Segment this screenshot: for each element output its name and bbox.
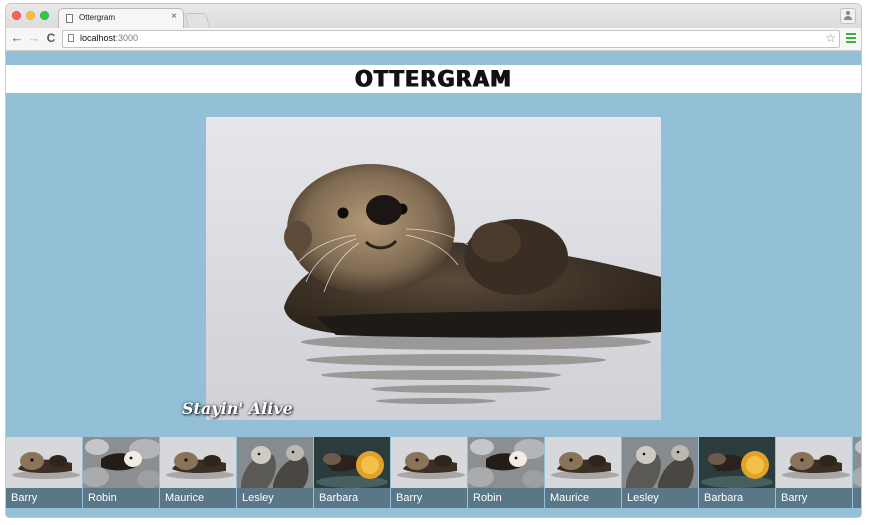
reload-button[interactable]: C	[44, 31, 58, 45]
thumbnail-image	[468, 437, 544, 488]
thumbnail-label: Maurice	[160, 488, 236, 508]
thumbnail-label: Lesley	[622, 488, 698, 508]
site-header: OTTERGRAM	[6, 65, 861, 93]
tab-strip: Ottergram ×	[6, 4, 861, 29]
thumbnail-item[interactable]: Barry	[776, 437, 852, 508]
thumbnail-item[interactable]: Barbara	[314, 437, 390, 508]
thumbnail-item[interactable]: Maurice	[545, 437, 621, 508]
forward-button[interactable]: →	[27, 31, 41, 45]
tab-close-icon[interactable]: ×	[171, 11, 177, 22]
star-icon[interactable]: ☆	[825, 31, 836, 45]
tab-title: Ottergram	[79, 13, 116, 22]
thumbnail-item[interactable]: Barry	[6, 437, 82, 508]
back-button[interactable]: ←	[10, 31, 24, 45]
thumbnail-item[interactable]: Barbara	[699, 437, 775, 508]
thumbnail-label: Robin	[468, 488, 544, 508]
thumbnail-label: Lesley	[237, 488, 313, 508]
page-icon	[66, 14, 73, 23]
thumbnail-image	[622, 437, 698, 488]
thumbnail-image	[853, 437, 861, 488]
logo-text: OTTERGRAM	[354, 66, 513, 92]
thumbnail-list: Barry Robin Maurice Lesley Barbara Barry	[6, 437, 861, 508]
thumbnail-item[interactable]: Lesley	[237, 437, 313, 508]
thumbnail-label: Barry	[776, 488, 852, 508]
thumbnail-image	[545, 437, 621, 488]
thumbnail-label: Maurice	[545, 488, 621, 508]
thumbnail-image	[237, 437, 313, 488]
minimize-window-button[interactable]	[26, 11, 35, 20]
thumbnail-label	[853, 488, 861, 508]
profile-icon[interactable]	[840, 8, 856, 24]
new-tab-button[interactable]	[184, 13, 210, 27]
zoom-window-button[interactable]	[40, 11, 49, 20]
thumbnail-item[interactable]: Barry	[391, 437, 467, 508]
menu-icon[interactable]	[846, 33, 856, 43]
page-icon	[68, 34, 74, 42]
thumbnail-label: Barry	[6, 488, 82, 508]
thumbnail-label: Barbara	[314, 488, 390, 508]
thumbnail-label: Robin	[83, 488, 159, 508]
page-viewport: OTTERGRAM Stayin' Alive Barry Robin Maur…	[6, 51, 861, 517]
thumbnail-item[interactable]: Lesley	[622, 437, 698, 508]
thumbnail-image	[6, 437, 82, 488]
address-url[interactable]: localhost:3000	[80, 33, 138, 43]
thumbnail-image	[314, 437, 390, 488]
tab-ottergram[interactable]: Ottergram ×	[58, 8, 184, 29]
thumbnail-image	[391, 437, 467, 488]
thumbnail-image	[776, 437, 852, 488]
thumbnail-item[interactable]: Robin	[83, 437, 159, 508]
browser-toolbar: ← → C localhost:3000 ☆	[6, 28, 861, 51]
close-window-button[interactable]	[12, 11, 21, 20]
thumbnail-item-partial[interactable]	[853, 437, 861, 508]
detail-image-frame: Stayin' Alive	[182, 117, 661, 420]
thumbnail-label: Barbara	[699, 488, 775, 508]
thumbnail-image	[83, 437, 159, 488]
detail-title: Stayin' Alive	[182, 399, 293, 418]
address-bar[interactable]: localhost:3000 ☆	[62, 30, 840, 48]
detail-image	[206, 117, 661, 420]
thumbnail-image	[160, 437, 236, 488]
thumbnail-image	[699, 437, 775, 488]
thumbnail-label: Barry	[391, 488, 467, 508]
browser-window: Ottergram × ← → C localhost:3000 ☆ OTTER…	[6, 4, 861, 517]
thumbnail-item[interactable]: Maurice	[160, 437, 236, 508]
thumbnail-item[interactable]: Robin	[468, 437, 544, 508]
